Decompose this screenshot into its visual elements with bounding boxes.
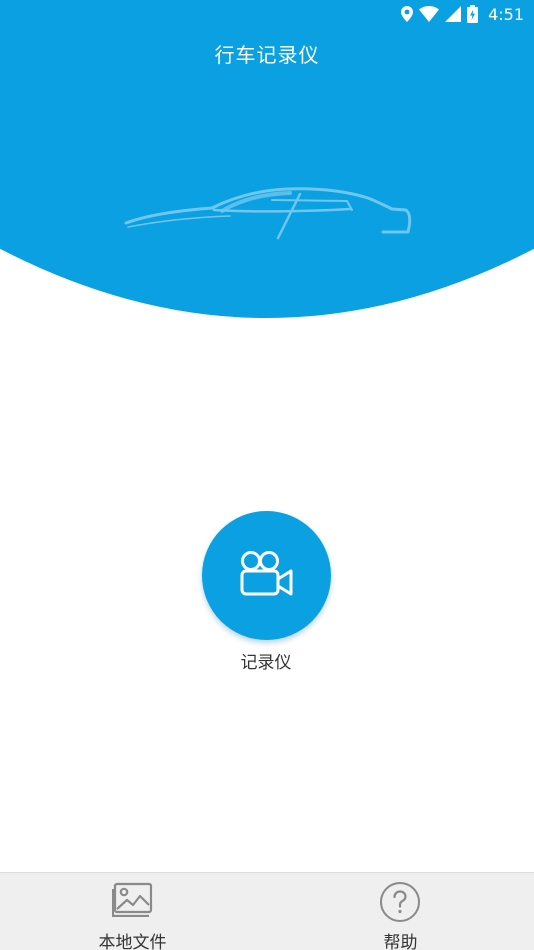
battery-charging-icon xyxy=(467,5,479,23)
app-screen: 4:51 行车记录仪 记录仪 本地文件 帮助 xyxy=(0,0,534,950)
nav-item-help[interactable]: 帮助 xyxy=(267,873,534,950)
title-bar: 行车记录仪 xyxy=(0,28,534,78)
status-icons: 4:51 xyxy=(401,3,524,25)
hero-banner xyxy=(0,78,534,318)
status-bar: 4:51 xyxy=(0,0,534,28)
bottom-nav: 本地文件 帮助 xyxy=(0,872,534,950)
nav-item-local-files[interactable]: 本地文件 xyxy=(0,873,267,950)
record-button[interactable] xyxy=(202,511,331,640)
help-circle-icon xyxy=(379,881,421,927)
video-camera-icon xyxy=(239,550,295,602)
cell-signal-icon xyxy=(445,6,462,22)
image-gallery-icon xyxy=(111,881,154,921)
page-title: 行车记录仪 xyxy=(214,42,320,67)
status-time: 4:51 xyxy=(488,4,524,24)
location-icon xyxy=(401,6,414,22)
nav-label-local-files: 本地文件 xyxy=(98,933,167,950)
record-button-label: 记录仪 xyxy=(240,653,292,673)
wifi-icon xyxy=(419,6,440,22)
nav-label-help: 帮助 xyxy=(383,933,418,950)
